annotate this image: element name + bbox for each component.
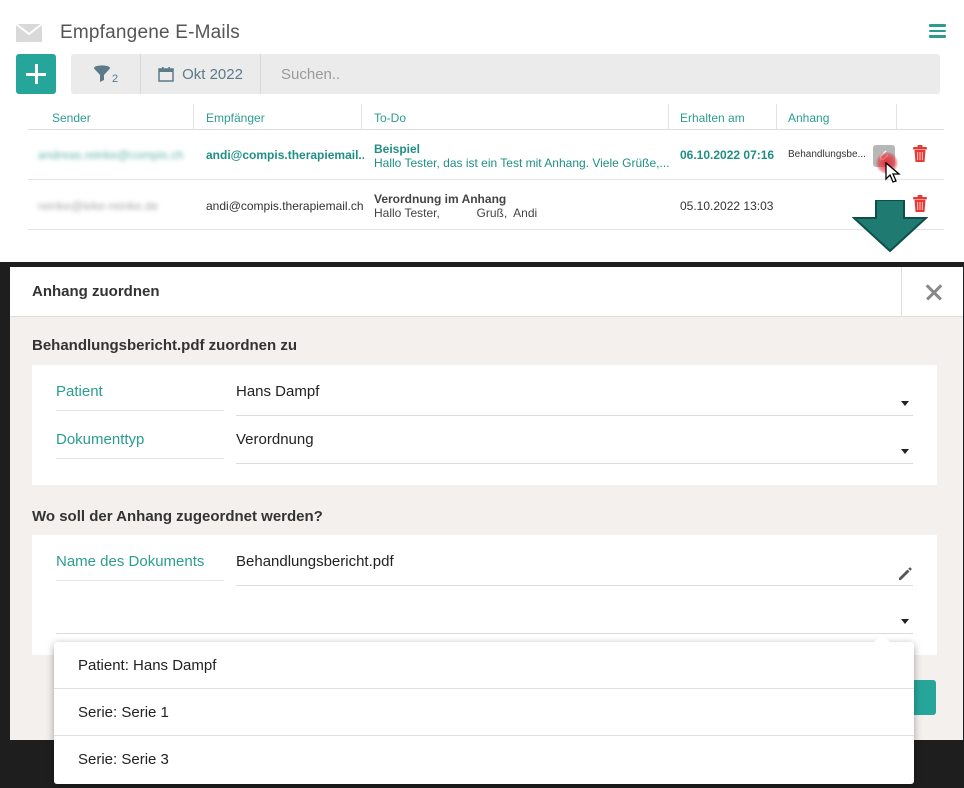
- todo-body: Hallo Tester, Gruß, Andi: [374, 206, 538, 220]
- add-button[interactable]: [16, 54, 56, 94]
- column-header-todo[interactable]: To-Do: [374, 104, 406, 130]
- target-dropdown: Patient: Hans Dampf Serie: Serie 1 Serie…: [54, 634, 914, 784]
- table-header: Sender Empfänger To-Do Erhalten am Anhan…: [28, 104, 944, 130]
- patient-select-value: Hans Dampf: [236, 383, 320, 400]
- confirm-button[interactable]: [914, 680, 936, 715]
- received-cell: 05.10.2022 13:03: [680, 199, 774, 213]
- mail-header: Empfangene E-Mails: [15, 18, 240, 48]
- mouse-cursor-icon: [885, 162, 901, 183]
- doctype-select[interactable]: Verordnung: [236, 431, 913, 464]
- column-header-attachment[interactable]: Anhang: [788, 104, 829, 130]
- docname-input[interactable]: Behandlungsbericht.pdf: [236, 553, 913, 586]
- section-title-assign: Behandlungsbericht.pdf zuordnen zu: [32, 337, 297, 354]
- filter-count: 2: [111, 73, 119, 85]
- patient-label: Patient: [56, 383, 224, 411]
- patient-select[interactable]: Hans Dampf: [236, 383, 913, 416]
- page-title: Empfangene E-Mails: [60, 22, 240, 43]
- close-button[interactable]: [901, 267, 963, 317]
- recipient-cell: andi@compis.therapiemail....: [206, 148, 364, 162]
- recipient-cell: andi@compis.therapiemail.ch: [206, 199, 364, 213]
- pencil-icon[interactable]: [897, 566, 913, 582]
- table-row[interactable]: andreas.reinke@compis.ch andi@compis.the…: [28, 131, 944, 180]
- column-header-received[interactable]: Erhalten am: [680, 104, 745, 130]
- filter-icon: [93, 65, 110, 82]
- sender-cell: reinke@leke-reinke.de: [38, 199, 159, 213]
- hamburger-menu-icon[interactable]: [929, 24, 946, 38]
- dialog-title: Anhang zuordnen: [32, 283, 160, 300]
- assign-panel: Patient Hans Dampf Dokumenttyp Verordnun…: [32, 365, 937, 485]
- trash-icon[interactable]: [912, 145, 928, 163]
- dropdown-option-serie-3[interactable]: Serie: Serie 3: [54, 736, 914, 783]
- filter-bar: 2 Okt 2022: [71, 54, 940, 94]
- target-panel: Name des Dokuments Behandlungsbericht.pd…: [32, 535, 937, 655]
- docname-field: Name des Dokuments Behandlungsbericht.pd…: [56, 541, 913, 587]
- date-filter-label: Okt 2022: [182, 65, 243, 83]
- column-header-sender[interactable]: Sender: [52, 104, 91, 130]
- date-filter-button[interactable]: Okt 2022: [141, 54, 261, 94]
- mail-toolbar: 2 Okt 2022: [16, 54, 940, 94]
- dialog-header: Anhang zuordnen: [10, 267, 963, 317]
- dropdown-option-patient[interactable]: Patient: Hans Dampf: [54, 642, 914, 689]
- todo-title: Beispiel: [374, 142, 421, 156]
- mail-list-panel: Empfangene E-Mails 2 Okt 2022 Sender Emp…: [0, 0, 964, 243]
- todo-title: Verordnung im Anhang: [374, 192, 507, 206]
- caret-down-icon: [901, 401, 909, 406]
- calendar-icon: [158, 67, 174, 82]
- doctype-select-value: Verordnung: [236, 431, 314, 448]
- todo-body: Hallo Tester, das ist ein Test mit Anhan…: [374, 156, 670, 170]
- doctype-field: Dokumenttyp Verordnung: [56, 419, 913, 465]
- table-row[interactable]: reinke@leke-reinke.de andi@compis.therap…: [28, 181, 944, 230]
- caret-down-icon: [901, 619, 909, 624]
- docname-label: Name des Dokuments: [56, 553, 224, 581]
- patient-field: Patient Hans Dampf: [56, 371, 913, 417]
- target-select[interactable]: [56, 601, 913, 634]
- sender-cell: andreas.reinke@compis.ch: [38, 148, 184, 162]
- caret-down-icon: [901, 449, 909, 454]
- received-cell: 06.10.2022 07:16: [680, 148, 775, 162]
- filter-button[interactable]: 2: [71, 54, 141, 94]
- down-arrow-icon: [852, 200, 928, 252]
- attachment-cell[interactable]: Behandlungsbe...: [788, 149, 868, 160]
- doctype-label: Dokumenttyp: [56, 431, 224, 459]
- target-field: [56, 589, 913, 635]
- docname-input-value: Behandlungsbericht.pdf: [236, 553, 394, 570]
- dropdown-option-serie-1[interactable]: Serie: Serie 1: [54, 689, 914, 736]
- section-title-target: Wo soll der Anhang zugeordnet werden?: [32, 508, 323, 525]
- column-header-recipient[interactable]: Empfänger: [206, 104, 265, 130]
- envelope-icon: [15, 23, 43, 42]
- search-input[interactable]: [261, 54, 940, 94]
